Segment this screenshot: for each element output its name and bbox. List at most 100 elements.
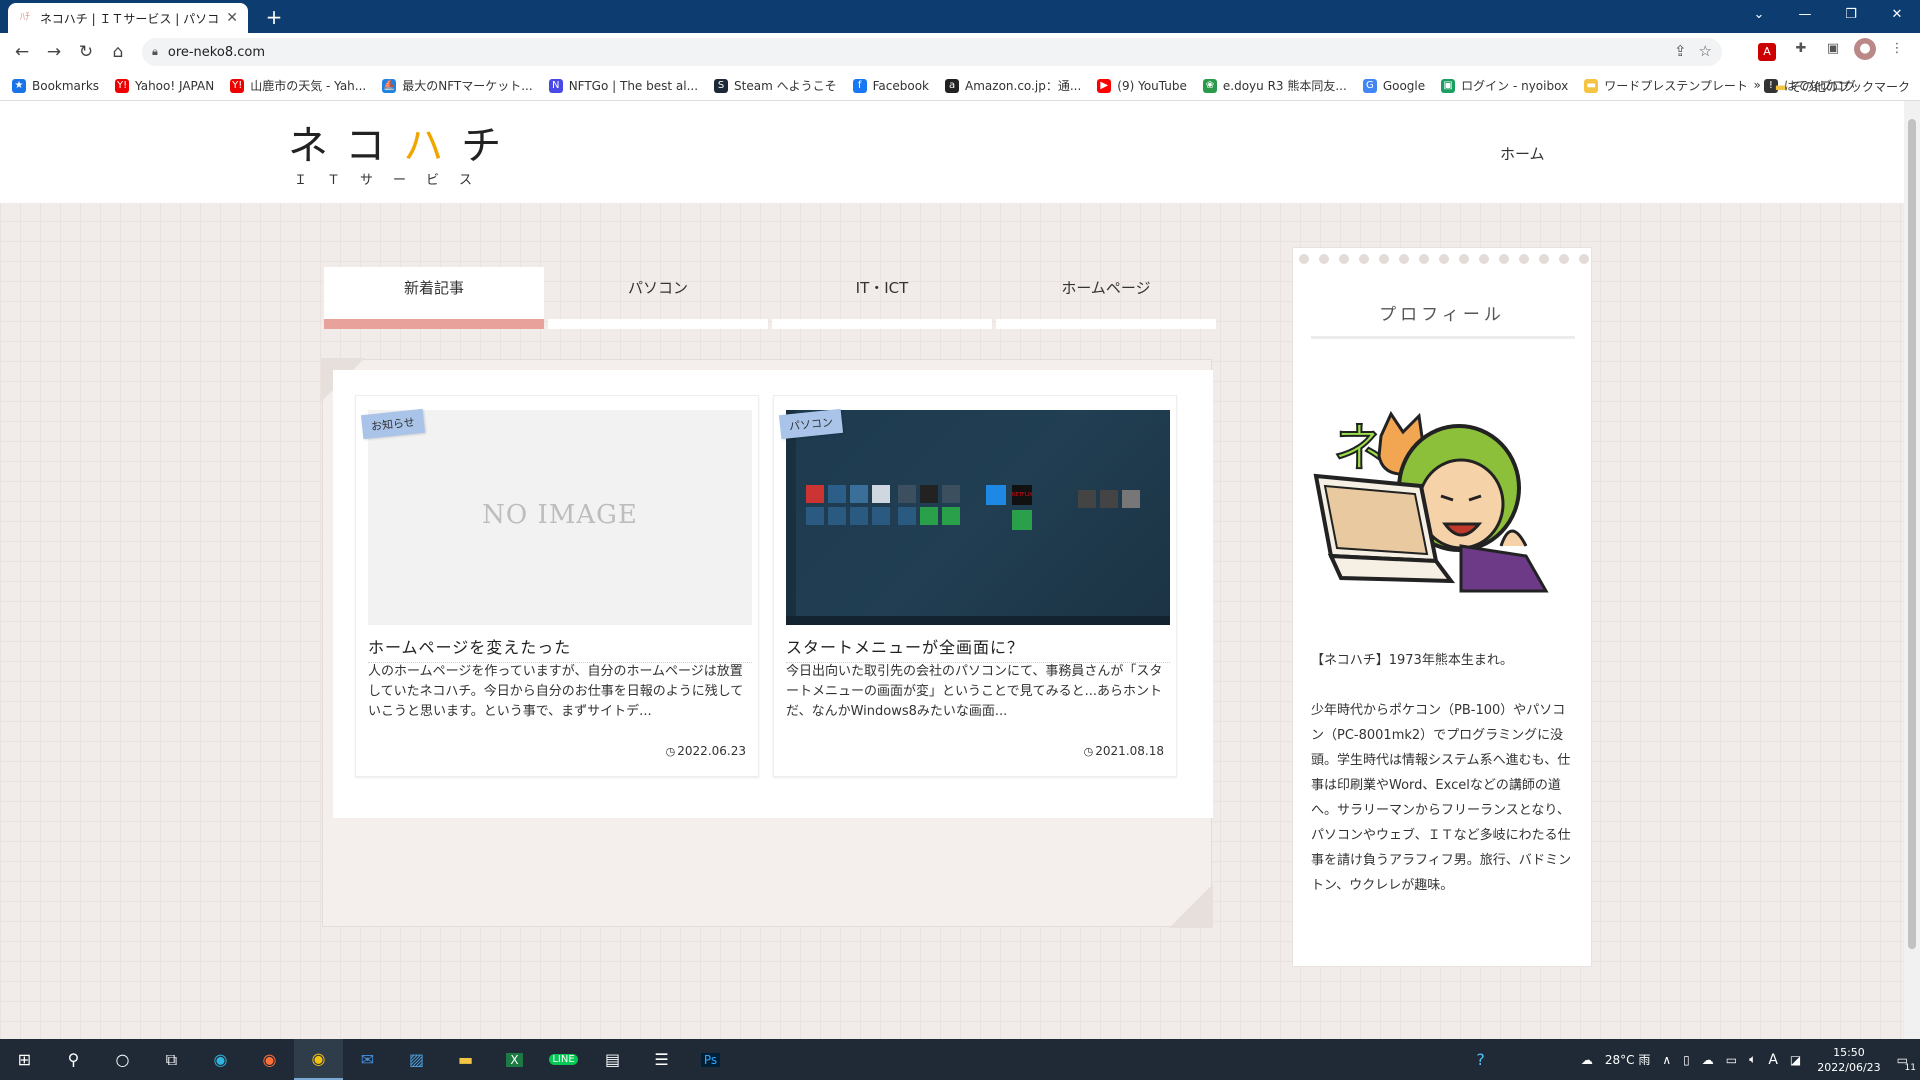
bookmark-item[interactable]: G Google <box>1362 78 1425 93</box>
tab-new-articles[interactable]: 新着記事 <box>324 267 544 329</box>
article-title[interactable]: スタートメニューが全画面に？ <box>786 634 1170 663</box>
bookmark-label: e.doyu R3 熊本同友... <box>1222 79 1347 93</box>
browser-tab[interactable]: ﾊﾁ ネコハチ | ＩＴサービス | パソコン販売・ ✕ <box>8 3 248 33</box>
back-button[interactable]: ← <box>6 36 38 68</box>
device-icon[interactable]: ▯ <box>1683 1053 1690 1067</box>
bookmark-item[interactable]: N NFTGo | The best al... <box>548 78 698 93</box>
extensions-icon[interactable]: ✚ <box>1790 38 1812 60</box>
logo-text-accent: ハ <box>403 123 462 169</box>
article-excerpt: 人のホームページを作っていますが、自分のホームページは放置していたネコハチ。今日… <box>368 664 744 719</box>
panel-corner-decoration <box>1169 884 1213 928</box>
bookmark-label: Facebook <box>872 78 930 93</box>
bookmark-item[interactable]: f Facebook <box>852 78 930 93</box>
web-page: ネコハチ ＩＴサービス ホーム 新着記事 パソコン IT・ICT ホームページ … <box>0 101 1904 1039</box>
close-window-button[interactable]: ✕ <box>1874 0 1920 33</box>
edoyu-icon: ❀ <box>1202 78 1217 93</box>
tab-title: ネコハチ | ＩＴサービス | パソコン販売・ <box>40 11 220 26</box>
other-bookmarks-button[interactable]: ▬ その他のブックマーク <box>1775 78 1910 95</box>
close-tab-icon[interactable]: ✕ <box>226 10 238 26</box>
acrobat-extension-icon[interactable]: A <box>1758 43 1776 61</box>
onedrive-icon[interactable]: ☁ <box>1702 1053 1714 1067</box>
browser-toolbar: ← → ↻ ⌂ 🔒︎ ore-neko8.com ⇪ ☆ <box>0 33 1920 71</box>
help-icon[interactable]: ? <box>1476 1050 1485 1069</box>
new-tab-button[interactable]: + <box>260 4 288 32</box>
lock-icon[interactable]: 🔒︎ <box>152 45 158 59</box>
article-title[interactable]: ホームページを変えたった <box>368 634 752 663</box>
article-card[interactable]: NO IMAGE お知らせ ホームページを変えたった 人のホームページを作ってい… <box>355 395 759 777</box>
bookmark-item[interactable]: ❀ e.doyu R3 熊本同友... <box>1202 77 1347 94</box>
line-icon[interactable]: LINE <box>539 1039 588 1080</box>
tab-search-icon[interactable]: ⌄ <box>1736 0 1782 33</box>
bookmarks-bar: ★ Bookmarks Y! Yahoo! JAPAN Y! 山鹿市の天気 - Yah..… <box>0 71 1920 101</box>
bookmark-item[interactable]: ▶ (9) YouTube <box>1097 78 1187 93</box>
minimize-button[interactable]: — <box>1782 0 1828 33</box>
bookmark-item[interactable]: ▣ ログイン - nyoibox <box>1441 77 1568 94</box>
bookmark-label: Steam へようこそ <box>734 79 837 93</box>
article-card[interactable]: NETFLIX パソコン スタートメニューが全画面に？ 今日出向いた取引先の会社… <box>773 395 1177 777</box>
app-icon[interactable]: ▤ <box>588 1039 637 1080</box>
bookmark-star-icon[interactable]: ☆ <box>1699 42 1712 60</box>
restore-button[interactable]: ❐ <box>1828 0 1874 33</box>
bookmark-label: 山鹿市の天気 - Yah... <box>250 79 367 93</box>
tab-pc[interactable]: パソコン <box>548 267 768 329</box>
logo-subtitle: ＩＴサービス <box>294 173 493 188</box>
search-icon[interactable]: ⚲ <box>49 1039 98 1080</box>
tab-homepage[interactable]: ホームページ <box>996 267 1216 329</box>
site-logo[interactable]: ネコハチ ＩＴサービス <box>288 113 519 188</box>
article-thumbnail[interactable]: NO IMAGE お知らせ <box>360 408 752 625</box>
site-favicon-icon: ﾊﾁ <box>20 12 30 23</box>
windows-start-icon[interactable]: ⊞ <box>0 1039 49 1080</box>
bookmark-item[interactable]: a Amazon.co.jp：通... <box>945 77 1081 94</box>
file-explorer-icon[interactable]: ▬ <box>441 1039 490 1080</box>
ime-mode-indicator[interactable]: A <box>1768 1052 1778 1068</box>
profile-avatar-icon[interactable]: ● <box>1854 38 1876 60</box>
bookmark-item[interactable]: ▬ ワードプレステンプレート <box>1584 77 1748 94</box>
network-icon[interactable]: ▭ <box>1726 1053 1737 1067</box>
outlook-icon[interactable]: ✉ <box>343 1039 392 1080</box>
notification-center-icon[interactable]: ▭ 11 <box>1897 1053 1916 1073</box>
svg-text:ネ: ネ <box>1333 419 1385 479</box>
other-bookmarks-label: その他のブックマーク <box>1789 80 1910 94</box>
side-panel-icon[interactable]: ▣ <box>1822 38 1844 60</box>
windows-taskbar: ⊞ ⚲ ○ ⧉ ◉ ◉ ◉ ✉ ▨ ▬ X LINE ▤ ☰ Ps ? ☁ 28… <box>0 1039 1920 1080</box>
address-bar[interactable]: 🔒︎ ore-neko8.com ⇪ ☆ <box>142 38 1722 66</box>
forward-button[interactable]: → <box>38 36 70 68</box>
article-date-text: 2021.08.18 <box>1095 744 1164 758</box>
weather-icon[interactable]: ☁ <box>1581 1053 1593 1067</box>
tab-label: パソコン <box>627 279 688 297</box>
bookmark-item[interactable]: Y! 山鹿市の天気 - Yah... <box>230 77 366 94</box>
share-icon[interactable]: ⇪ <box>1674 42 1687 60</box>
bookmarks-overflow-button[interactable]: » <box>1753 78 1760 95</box>
bookmark-label: Amazon.co.jp：通... <box>965 79 1082 93</box>
tray-chevron-icon[interactable]: ∧ <box>1662 1053 1671 1067</box>
notepad-icon[interactable]: ☰ <box>637 1039 686 1080</box>
volume-icon[interactable]: 🔈︎ <box>1749 1052 1756 1067</box>
nav-home-link[interactable]: ホーム <box>1500 143 1545 164</box>
ime-icon[interactable]: ◪ <box>1790 1053 1801 1067</box>
article-date: ◷ 2021.08.18 <box>1084 744 1164 758</box>
weather-text[interactable]: 28°C 雨 <box>1605 1051 1650 1068</box>
firefox-icon[interactable]: ◉ <box>245 1039 294 1080</box>
excel-icon[interactable]: X <box>490 1039 539 1080</box>
tab-it-ict[interactable]: IT・ICT <box>772 267 992 329</box>
task-view-icon[interactable]: ⧉ <box>147 1039 196 1080</box>
bookmark-item[interactable]: S Steam へようこそ <box>714 77 837 94</box>
page-scrollbar[interactable] <box>1904 101 1920 1039</box>
menu-kebab-icon[interactable]: ⋮ <box>1886 38 1908 60</box>
reload-button[interactable]: ↻ <box>70 36 102 68</box>
tab-label: 新着記事 <box>403 279 464 297</box>
bookmark-item[interactable]: ⛵ 最大のNFTマーケット... <box>382 77 533 94</box>
clock[interactable]: 15:50 2022/06/23 <box>1817 1045 1880 1075</box>
bookmark-item[interactable]: Y! Yahoo! JAPAN <box>115 78 214 93</box>
yahoo-icon: Y! <box>115 78 130 93</box>
home-button[interactable]: ⌂ <box>102 36 134 68</box>
article-thumbnail[interactable]: NETFLIX パソコン <box>778 408 1170 625</box>
profile-bio: 少年時代からポケコン（PB-100）やパソコン（PC-8001mk2）でプログラ… <box>1311 703 1572 893</box>
chrome-icon[interactable]: ◉ <box>294 1039 343 1080</box>
edge-icon[interactable]: ◉ <box>196 1039 245 1080</box>
scrollbar-thumb[interactable] <box>1908 119 1916 949</box>
photoshop-icon[interactable]: Ps <box>686 1039 735 1080</box>
bookmark-item[interactable]: ★ Bookmarks <box>12 78 99 93</box>
photos-icon[interactable]: ▨ <box>392 1039 441 1080</box>
cortana-icon[interactable]: ○ <box>98 1039 147 1080</box>
